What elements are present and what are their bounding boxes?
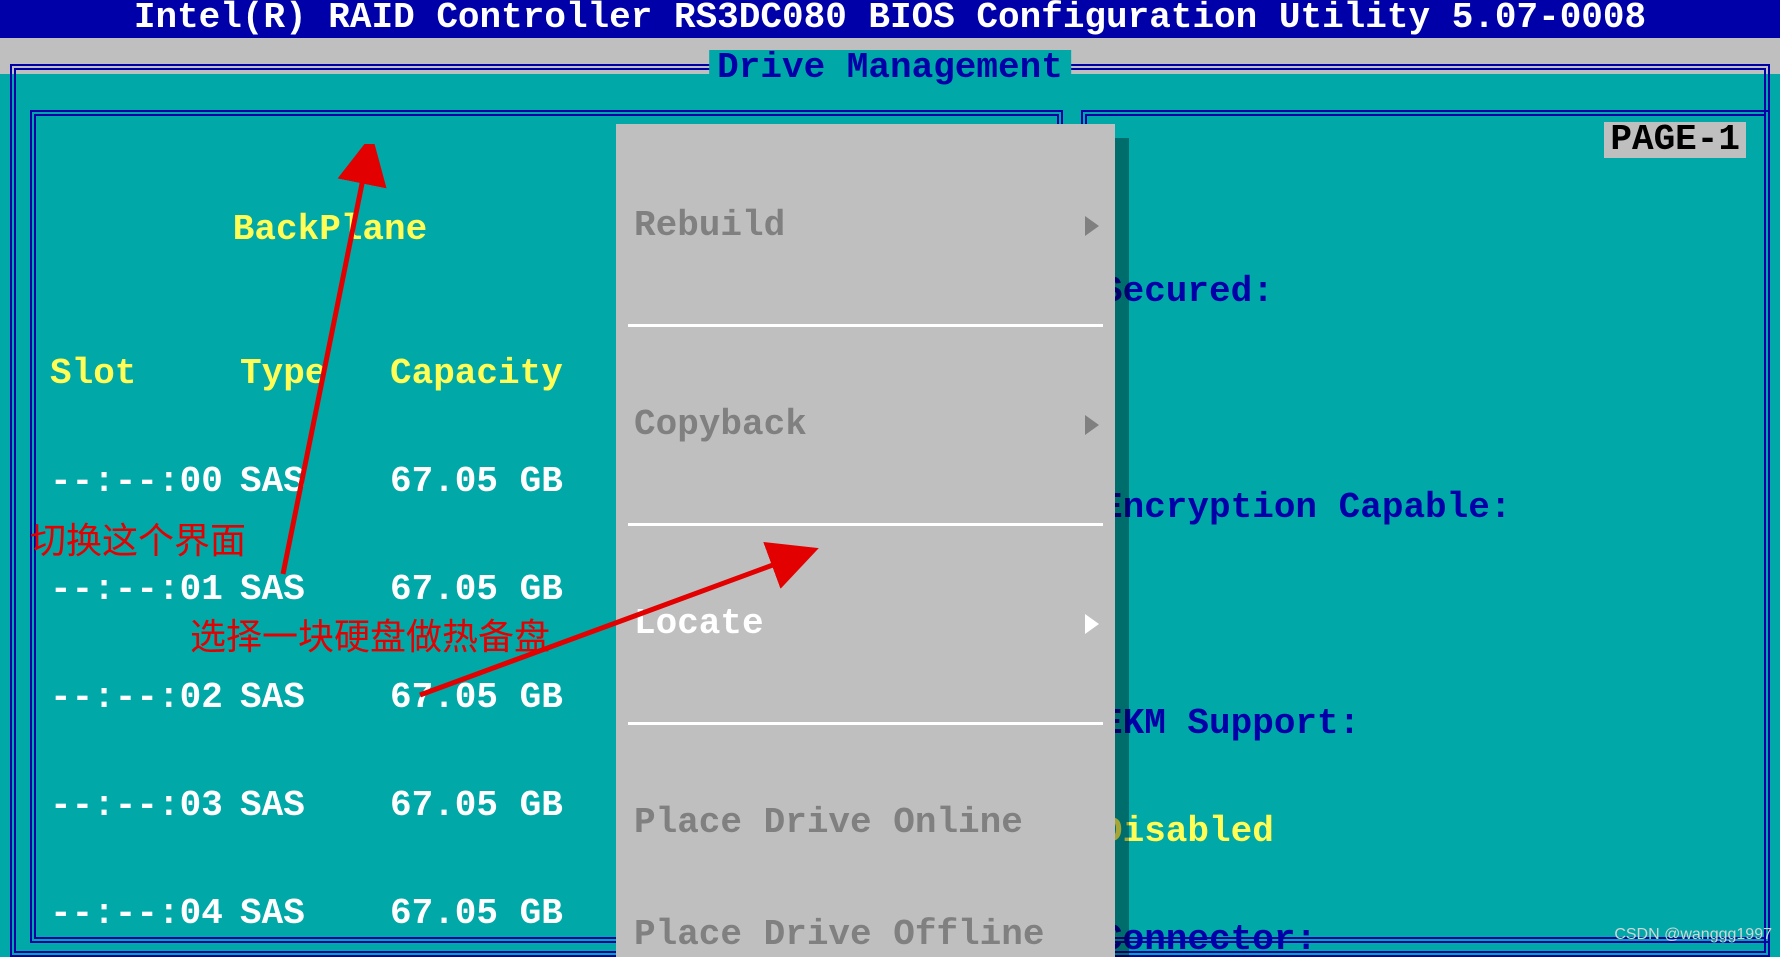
table-row[interactable]: --:--:03SAS67.05 GB [50,788,626,824]
menu-copyback: Copyback [616,405,1115,445]
table-row[interactable]: --:--:04SAS67.05 GB [50,896,626,932]
col-capacity: Capacity [390,356,620,392]
menu-place-offline: Place Drive Offline [616,915,1115,955]
menu-separator [628,523,1103,526]
table-row[interactable]: --:--:01SAS67.05 GB [50,572,626,608]
bios-screen: Intel(R) RAID Controller RS3DC080 BIOS C… [0,0,1780,957]
title-bar: Intel(R) RAID Controller RS3DC080 BIOS C… [0,0,1780,38]
watermark: CSDN @wanggg1997 [1614,917,1772,953]
annotation-text-2: 选择一块硬盘做热备盘 [190,622,550,658]
page-badge: PAGE-1 [1604,122,1746,158]
table-row[interactable]: --:--:00SAS67.05 GB [50,464,626,500]
backplane-header: BackPlane [50,212,610,248]
prop-ekm: EKM Support: [1101,703,1360,744]
frame-drive-properties: PAGE-1 Secured: Encryption Capable: EKM … [1081,110,1770,943]
desktop-area: Drive Management BackPlane SlotTypeCapac… [0,74,1780,957]
col-slot: Slot [50,356,240,392]
menu-place-online: Place Drive Online [616,803,1115,843]
menu-separator [628,324,1103,327]
prop-secured: Secured: [1101,271,1274,312]
prop-encryption: Encryption Capable: [1101,487,1511,528]
drive-properties: Secured: Encryption Capable: EKM Support… [1101,166,1555,957]
column-headers: SlotTypeCapacity [50,320,626,356]
frame-title: Drive Management [709,50,1071,86]
table-row[interactable]: --:--:02SAS67.05 GB [50,680,626,716]
context-menu: Rebuild Copyback Locate Place Drive Onli… [616,124,1115,957]
menu-rebuild: Rebuild [616,206,1115,246]
annotation-text-1: 切换这个界面 [30,526,246,562]
prop-connector: Connector: [1101,919,1317,957]
menu-separator [628,722,1103,725]
col-type: Type [240,356,390,392]
menu-locate[interactable]: Locate [616,604,1115,644]
prop-ekm-val: Disabled [1101,811,1274,852]
